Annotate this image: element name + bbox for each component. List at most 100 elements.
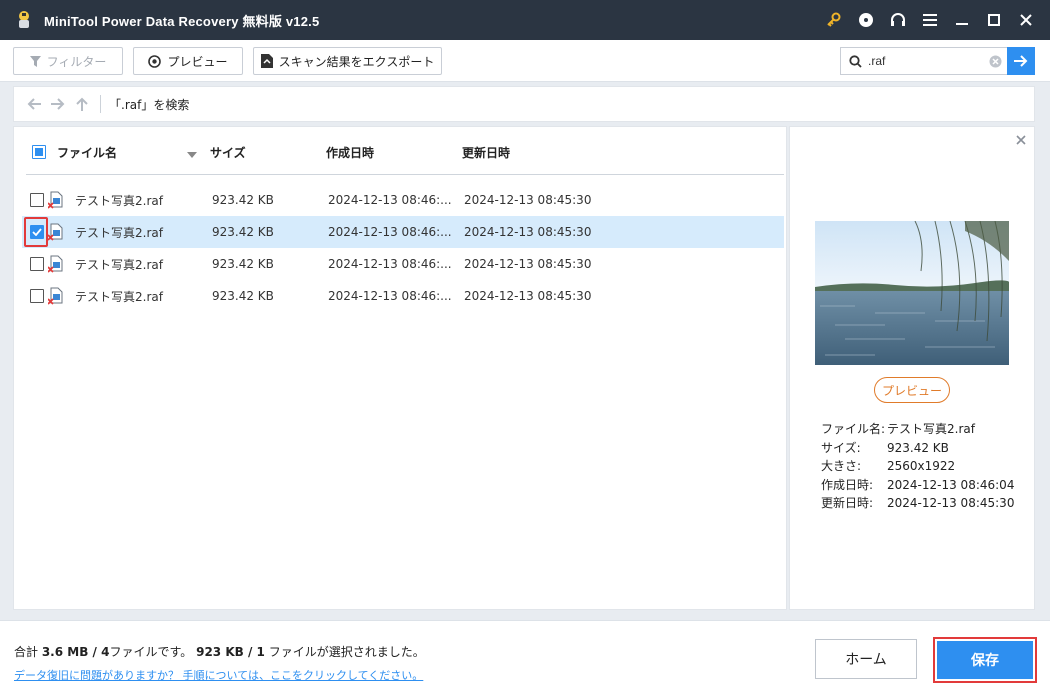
summary-separator: / (243, 645, 257, 659)
window-title: MiniTool Power Data Recovery 無料版 v12.5 (44, 13, 320, 29)
preview-panel: プレビュー ファイル名: テスト写真2.raf サイズ: 923.42 KB 大きさ: 2… (789, 126, 1035, 610)
filter-label: フィルター (46, 54, 107, 69)
info-value: 2024-12-13 08:45:30 (887, 496, 1015, 510)
selected-files: 1 (256, 645, 265, 659)
select-all-checkbox[interactable] (32, 145, 46, 159)
preview-button[interactable]: プレビュー (133, 47, 243, 75)
file-created: 2024-12-13 08:46:... (328, 193, 452, 207)
menu-icon[interactable] (914, 0, 946, 40)
column-header-created[interactable]: 作成日時 (326, 144, 374, 161)
info-value: テスト写真2.raf (887, 422, 975, 436)
app-logo-icon (12, 8, 36, 32)
filter-icon (29, 55, 41, 67)
info-key: 大きさ: (821, 459, 862, 473)
export-icon (260, 54, 273, 68)
export-button[interactable]: スキャン結果をエクスポート (253, 47, 442, 75)
search-icon (849, 54, 862, 68)
key-icon[interactable] (818, 0, 850, 40)
clear-search-icon[interactable] (989, 55, 1002, 68)
table-header: ファイル名 サイズ 作成日時 更新日時 (26, 127, 784, 175)
file-created: 2024-12-13 08:46:... (328, 257, 452, 271)
file-list-panel: ファイル名 サイズ 作成日時 更新日時 テスト写真2.raf 923.42 KB 2… (13, 126, 787, 610)
row-checkbox[interactable] (30, 289, 44, 303)
preview-thumbnail (815, 221, 1009, 365)
info-line: 更新日時: 2024-12-13 08:45:30 (821, 494, 1014, 511)
file-modified: 2024-12-13 08:45:30 (464, 193, 592, 207)
deleted-file-icon (47, 223, 64, 241)
file-name: テスト写真2.raf (75, 257, 163, 272)
filter-button[interactable]: フィルター (13, 47, 123, 75)
table-row[interactable]: テスト写真2.raf 923.42 KB 2024-12-13 08:46:... 2… (22, 280, 784, 312)
eye-icon (148, 54, 162, 68)
arrow-right-icon (1014, 55, 1028, 67)
navigation-bar: 「.raf」を検索 (13, 86, 1035, 122)
row-checkbox[interactable] (30, 193, 44, 207)
info-key: 作成日時: (821, 477, 874, 492)
footer: 合計 3.6 MB / 4ファイルです。 923 KB / 1 ファイルが選択さ… (0, 620, 1050, 700)
preview-open-button[interactable]: プレビュー (874, 377, 950, 403)
table-row[interactable]: テスト写真2.raf 923.42 KB 2024-12-13 08:46:... 2… (22, 184, 784, 216)
info-value: 2024-12-13 08:46:04 (887, 477, 1015, 492)
info-line: 大きさ: 2560x1922 (821, 457, 955, 474)
file-created: 2024-12-13 08:46:... (328, 225, 452, 239)
selection-summary: 合計 3.6 MB / 4ファイルです。 923 KB / 1 ファイルが選択さ… (14, 643, 425, 660)
info-line: 作成日時: 2024-12-13 08:46:04 (821, 476, 1014, 493)
table-row[interactable]: テスト写真2.raf 923.42 KB 2024-12-13 08:46:... 2… (22, 216, 784, 248)
info-line: サイズ: 923.42 KB (821, 439, 949, 456)
info-line: ファイル名: テスト写真2.raf (821, 420, 975, 437)
maximize-icon[interactable] (978, 0, 1010, 40)
back-arrow-icon[interactable] (22, 92, 46, 116)
column-header-modified[interactable]: 更新日時 (462, 144, 510, 161)
help-link[interactable]: データ復旧に問題がありますか？ 手順については、ここをクリックしてください。 (14, 667, 423, 683)
table-row[interactable]: テスト写真2.raf 923.42 KB 2024-12-13 08:46:... 2… (22, 248, 784, 280)
row-checkbox[interactable] (30, 257, 44, 271)
file-size: 923.42 KB (212, 225, 274, 239)
title-bar: MiniTool Power Data Recovery 無料版 v12.5 (0, 0, 1050, 40)
file-name: テスト写真2.raf (75, 289, 163, 304)
file-size: 923.42 KB (212, 289, 274, 303)
summary-prefix: 合計 (14, 645, 42, 659)
deleted-file-icon (47, 255, 64, 273)
file-name: テスト写真2.raf (75, 193, 163, 208)
toolbar: フィルター プレビュー スキャン結果をエクスポート (0, 40, 1050, 82)
summary-separator: / (88, 645, 102, 659)
forward-arrow-icon[interactable] (46, 92, 70, 116)
summary-middle: ファイルです。 (109, 645, 197, 659)
search-go-button[interactable] (1007, 47, 1035, 75)
export-label: スキャン結果をエクスポート (278, 54, 435, 69)
file-modified: 2024-12-13 08:45:30 (464, 225, 592, 239)
total-size: 3.6 MB (41, 645, 89, 659)
info-value: 2560x1922 (887, 459, 956, 473)
search-box (840, 47, 1008, 75)
file-modified: 2024-12-13 08:45:30 (464, 257, 592, 271)
summary-suffix: ファイルが選択されました。 (264, 645, 425, 659)
file-size: 923.42 KB (212, 193, 274, 207)
close-icon[interactable] (1010, 0, 1042, 40)
minimize-icon[interactable] (946, 0, 978, 40)
file-created: 2024-12-13 08:46:... (328, 289, 452, 303)
column-header-name[interactable]: ファイル名 (57, 144, 117, 161)
sort-down-icon[interactable] (187, 147, 197, 161)
save-button[interactable]: 保存 (937, 641, 1033, 679)
deleted-file-icon (47, 191, 64, 209)
info-value: 923.42 KB (887, 440, 949, 455)
row-checkbox[interactable] (30, 225, 44, 239)
save-button-highlight: 保存 (933, 637, 1037, 683)
selected-size: 923 KB (196, 645, 244, 659)
nav-divider (100, 95, 101, 113)
info-key: サイズ: (821, 440, 861, 455)
up-arrow-icon[interactable] (70, 92, 94, 116)
search-input[interactable] (868, 54, 978, 68)
search-path: 「.raf」を検索 (109, 97, 190, 112)
headset-icon[interactable] (882, 0, 914, 40)
file-modified: 2024-12-13 08:45:30 (464, 289, 592, 303)
close-preview-icon[interactable] (1016, 133, 1026, 149)
deleted-file-icon (47, 287, 64, 305)
disc-icon[interactable] (850, 0, 882, 40)
info-key: ファイル名: (821, 422, 886, 436)
home-button[interactable]: ホーム (815, 639, 917, 679)
info-key: 更新日時: (821, 496, 874, 510)
preview-label: プレビュー (167, 54, 228, 69)
file-size: 923.42 KB (212, 257, 274, 271)
column-header-size[interactable]: サイズ (210, 144, 246, 161)
